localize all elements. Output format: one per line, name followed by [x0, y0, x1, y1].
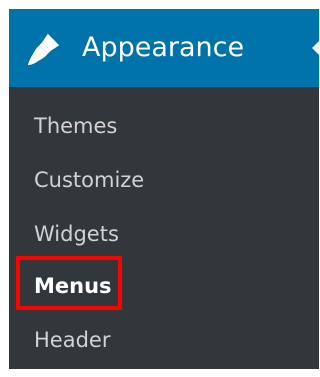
appearance-menu-header[interactable]: Appearance: [9, 9, 319, 87]
current-menu-pointer: [312, 40, 319, 56]
appearance-menu-title: Appearance: [82, 32, 245, 63]
screenshot-frame: Appearance Themes Customize Widgets Menu…: [0, 0, 319, 377]
submenu-item-header[interactable]: Header: [34, 326, 110, 354]
appearance-submenu: Themes Customize Widgets Menus Header: [9, 87, 319, 369]
submenu-item-customize[interactable]: Customize: [34, 166, 144, 194]
submenu-item-widgets[interactable]: Widgets: [34, 220, 119, 248]
menus-highlight-box: [16, 256, 122, 310]
admin-sidebar-menu: Appearance Themes Customize Widgets Menu…: [9, 9, 319, 369]
paintbrush-icon: [27, 33, 60, 66]
submenu-item-themes[interactable]: Themes: [34, 112, 117, 140]
